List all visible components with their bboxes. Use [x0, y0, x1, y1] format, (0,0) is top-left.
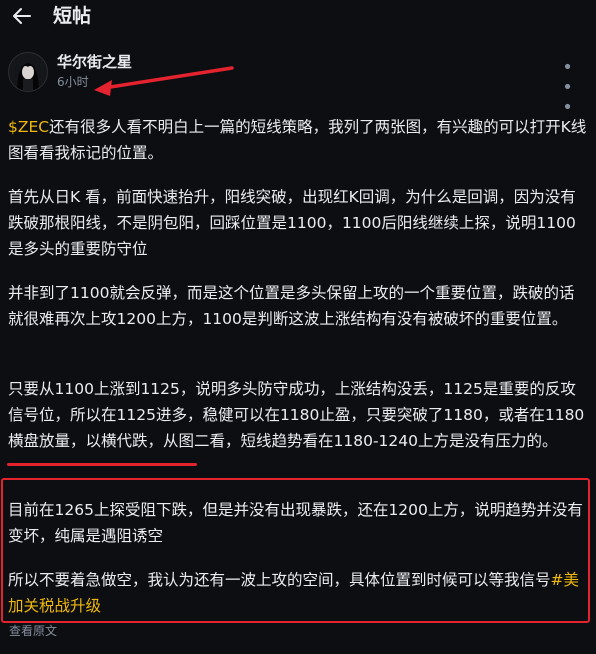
post-paragraph-3: 并非到了1100就会反弹，而是这个位置是多头保留上攻的一个重要位置，跌破的话就很… [8, 284, 575, 328]
view-original-link[interactable]: 查看原文 [9, 624, 57, 636]
more-options-button[interactable]: • • • [555, 58, 581, 118]
post-paragraph-2: 首先从日K 看，前面快速抬升，阳线突破，出现红K回调，为什么是回调，因为没有跌破… [8, 188, 576, 258]
post-paragraph-5: 目前在1265上探受阻下跌，但是并没有出现暴跌，还在1200上方，说明趋势并没有… [8, 501, 583, 545]
post-paragraph-6: 所以不要着急做空，我认为还有一波上攻的空间，具体位置到时候可以等我信号#美加关税… [8, 571, 580, 615]
ticker-link[interactable]: $ZEC [8, 118, 49, 136]
annotation-arrow [94, 66, 234, 96]
post-paragraph-1: $ZEC还有很多人看不明白上一篇的短线策略，我列了两张图，有兴趣的可以打开K线图… [8, 118, 587, 162]
post-paragraph-4: 只要从1100上涨到1125，说明多头防守成功，上涨结构没丢，1125是重要的反… [8, 380, 585, 450]
more-horizontal-icon: • • • [562, 57, 574, 118]
annotation-underline [7, 463, 197, 466]
